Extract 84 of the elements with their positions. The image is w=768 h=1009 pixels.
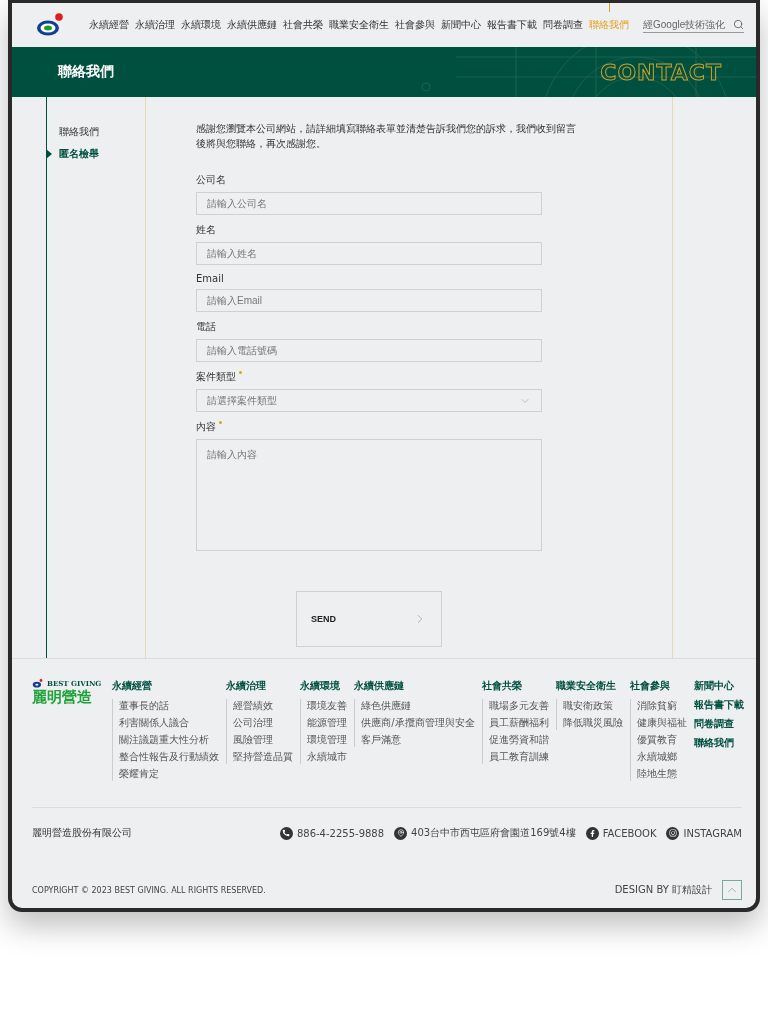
instagram-icon[interactable] — [666, 826, 680, 840]
company-name: 麗明營造股份有限公司 — [32, 826, 132, 840]
textarea-field[interactable]: 請輸入內容 — [196, 439, 542, 551]
footer-link[interactable]: 能源管理 — [307, 716, 348, 730]
nav-link[interactable]: 永續治理 — [135, 18, 175, 32]
nav-link[interactable]: 新聞中心 — [441, 18, 481, 32]
nav-link[interactable]: 職業安全衛生 — [329, 18, 389, 32]
footer-link[interactable]: 客戶滿意 — [361, 733, 475, 747]
active-marker-icon — [46, 149, 52, 159]
sidebar-link[interactable]: 聯絡我們 — [47, 125, 145, 139]
footer-link[interactable]: 聯絡我們 — [693, 736, 744, 750]
page-title: 聯絡我們 — [58, 63, 114, 81]
footer-link[interactable]: 消除貧窮 — [636, 699, 687, 713]
contact-text: 403台中市西屯區府會園道169號4樓 — [411, 826, 576, 840]
phone-icon[interactable] — [279, 826, 293, 840]
field-label: Email — [196, 273, 224, 284]
footer-link[interactable]: 報告書下載 — [693, 698, 744, 712]
input-field[interactable]: 請輸入Email — [196, 289, 542, 312]
nav-link[interactable]: 永續環境 — [181, 18, 221, 32]
footer-link[interactable]: 員工薪酬福利 — [488, 716, 549, 730]
input-field[interactable]: 請輸入姓名 — [196, 242, 542, 265]
footer-heading: 永續經營 — [112, 679, 154, 693]
footer-link[interactable]: 新聞中心 — [693, 679, 744, 693]
nav-link[interactable]: 社會共榮 — [283, 18, 323, 32]
nav-link[interactable]: 社會參與 — [395, 18, 435, 32]
field-label: 案件類型 — [196, 370, 236, 384]
field-label: 電話 — [196, 320, 216, 334]
footer-link[interactable]: 優質教育 — [636, 733, 687, 747]
footer-link[interactable]: 員工教育訓練 — [488, 750, 549, 764]
footer-heading: 永續環境 — [300, 679, 342, 693]
footer-link[interactable]: 董事長的話 — [119, 699, 220, 713]
footer-link[interactable]: 風險管理 — [233, 733, 294, 747]
footer-link[interactable]: 關注議題重大性分析 — [119, 733, 220, 747]
location-pin-icon[interactable] — [394, 826, 408, 840]
contact-text: 886-4-2255-9888 — [296, 827, 385, 839]
footer-link[interactable]: 整合性報告及行動績效 — [119, 750, 220, 764]
footer-heading: 職業安全衛生 — [555, 679, 617, 693]
footer-link[interactable]: 問卷調查 — [693, 717, 744, 731]
contact-text: INSTAGRAM — [683, 827, 742, 839]
logo-icon[interactable] — [36, 13, 66, 37]
nav-link[interactable]: 問卷調查 — [543, 18, 583, 32]
footer-link[interactable]: 陸地生態 — [636, 767, 687, 781]
footer-link[interactable]: 環境管理 — [307, 733, 348, 747]
search-icon[interactable] — [733, 19, 744, 30]
footer-link[interactable]: 環境友善 — [307, 699, 348, 713]
input-field[interactable]: 請輸入電話號碼 — [196, 339, 542, 362]
contact-text: FACEBOOK — [602, 827, 657, 839]
nav-link[interactable]: 永續經營 — [89, 18, 129, 32]
footer-link[interactable]: 健康與福祉 — [636, 716, 687, 730]
nav-link[interactable]: 報告書下載 — [487, 18, 537, 32]
footer-heading: 永續供應鏈 — [354, 679, 406, 693]
field-label: 姓名 — [196, 223, 216, 237]
footer-link[interactable]: 供應商/承攬商管理與安全 — [361, 716, 475, 730]
send-button[interactable]: SEND — [296, 591, 442, 647]
footer-link[interactable]: 公司治理 — [233, 716, 294, 730]
sidebar-link[interactable]: 匿名檢舉 — [47, 147, 145, 161]
footer-link[interactable]: 榮耀肯定 — [119, 767, 220, 781]
footer-link[interactable]: 經營績效 — [233, 699, 294, 713]
intro-text: 感謝您瀏覽本公司網站，請詳細填寫聯絡表單並清楚告訴我們您的訴求，我們收到留言後將與您聯絡，再次感謝您。 — [196, 122, 576, 151]
footer-link[interactable]: 職場多元友善 — [488, 699, 549, 713]
contact-watermark: CONTACT — [600, 59, 722, 85]
footer-heading: 永續治理 — [226, 679, 268, 693]
footer-heading: 社會共榮 — [481, 679, 523, 693]
active-indicator — [609, 3, 610, 12]
footer-link[interactable]: 堅持營造品質 — [233, 750, 294, 764]
footer-link[interactable]: 永續城鄉 — [636, 750, 687, 764]
footer-link[interactable]: 利害關係人議合 — [119, 716, 220, 730]
footer-heading: 社會參與 — [629, 679, 671, 693]
copyright-text: COPYRIGHT © 2023 BEST GIVING. ALL RIGHTS RESERVED. — [32, 885, 266, 895]
footer-link[interactable]: 職安衛政策 — [562, 699, 623, 713]
logo-icon — [32, 679, 44, 688]
footer-link[interactable]: 綠色供應鏈 — [361, 699, 475, 713]
footer-link[interactable]: 降低職災風險 — [562, 716, 623, 730]
nav-link[interactable]: 永續供應鏈 — [227, 18, 277, 32]
input-field[interactable]: 請輸入公司名 — [196, 192, 542, 215]
field-label: 內容 — [196, 420, 216, 434]
select-field[interactable]: 請選擇案件類型 — [196, 389, 542, 412]
search-field[interactable]: 經Google技術強化 — [643, 17, 744, 33]
field-label: 公司名 — [196, 173, 226, 187]
brand-name-chinese: 麗明營造 — [32, 688, 93, 707]
facebook-icon[interactable] — [585, 826, 599, 840]
footer-link[interactable]: 促進勞資和諧 — [488, 733, 549, 747]
design-credit: DESIGN BY 盯精設計 — [614, 883, 712, 897]
footer-link[interactable]: 永續城市 — [307, 750, 348, 764]
